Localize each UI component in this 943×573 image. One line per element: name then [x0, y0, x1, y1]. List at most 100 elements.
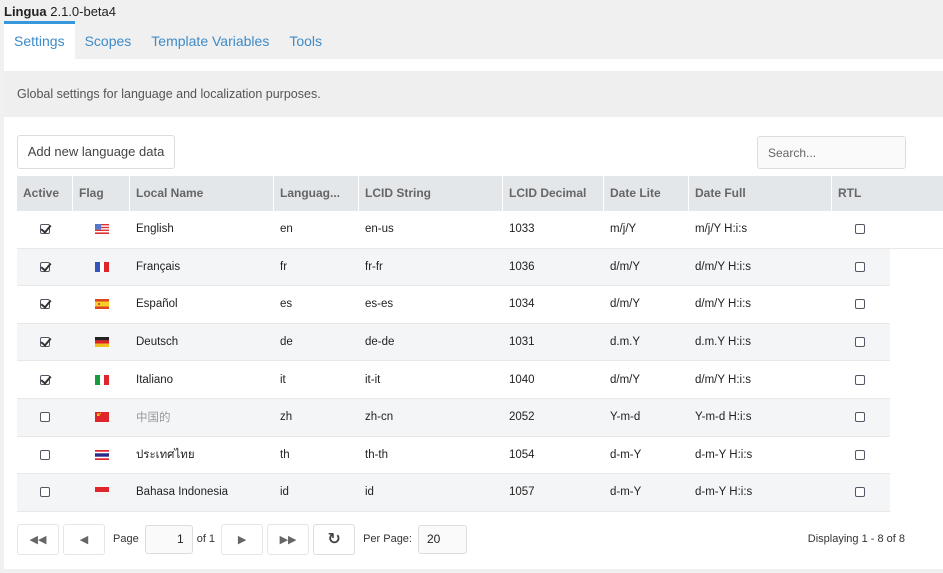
date-full-cell: d-m-Y H:i:s: [695, 448, 753, 461]
table-row[interactable]: Français fr fr-fr 1036 d/m/Y d/m/Y H:i:s: [17, 248, 890, 287]
date-lite-cell: d/m/Y: [610, 260, 641, 273]
lcid-decimal-cell: 1036: [509, 260, 535, 273]
it-flag-icon: [94, 374, 109, 385]
prev-page-button[interactable]: ◀: [63, 523, 105, 555]
last-page-button[interactable]: ▶▶: [267, 523, 310, 555]
flag-cell: [73, 374, 130, 385]
grid-body: English en en-us 1033 m/j/Y m/j/Y H:i:s França…: [17, 211, 943, 512]
app-name: Lingua: [4, 4, 47, 19]
active-checkbox[interactable]: [40, 449, 50, 460]
lcid-decimal-cell: 1034: [509, 298, 535, 311]
rtl-checkbox[interactable]: [855, 261, 865, 272]
page-count-label: of 1: [196, 533, 216, 545]
next-page-button[interactable]: ▶: [221, 523, 264, 555]
local-name-cell: Deutsch: [136, 336, 179, 349]
language-code-cell: es: [280, 298, 293, 311]
app-title: Lingua 2.1.0-beta4: [4, 4, 116, 19]
date-full-cell: d/m/Y H:i:s: [695, 260, 752, 273]
refresh-button[interactable]: ↻: [313, 523, 356, 555]
flag-cell: [73, 449, 130, 460]
tab-tools[interactable]: Tools: [279, 21, 332, 59]
table-row[interactable]: English en en-us 1033 m/j/Y m/j/Y H:i:s: [17, 211, 943, 249]
column-header-rtl[interactable]: RTL: [832, 176, 943, 211]
column-header-flag[interactable]: Flag: [73, 176, 130, 211]
rtl-checkbox[interactable]: [855, 299, 865, 310]
lcid-string-cell: th-th: [365, 448, 389, 461]
tab-scopes[interactable]: Scopes: [75, 21, 142, 59]
active-checkbox[interactable]: [40, 299, 50, 310]
column-header-active[interactable]: Active: [17, 176, 73, 211]
active-checkbox[interactable]: [40, 224, 50, 235]
rtl-cell: [832, 337, 888, 348]
table-row[interactable]: Bahasa Indonesia id id 1057 d-m-Y d-m-Y H:i:s: [17, 474, 890, 512]
rtl-cell: [832, 412, 888, 423]
rtl-cell: [832, 299, 888, 310]
lcid-string-cell: zh-cn: [365, 411, 394, 424]
column-header-language[interactable]: Languag...: [274, 176, 359, 211]
rtl-checkbox[interactable]: [855, 337, 865, 348]
date-full-cell: d/m/Y H:i:s: [695, 373, 752, 386]
table-row[interactable]: 中国的 zh zh-cn 2052 Y-m-d Y-m-d H:i:s: [17, 398, 890, 437]
column-header-date-lite[interactable]: Date Lite: [604, 176, 689, 211]
settings-panel: Global settings for language and localiz…: [4, 59, 943, 569]
rtl-cell: [832, 224, 888, 235]
search-input[interactable]: [757, 136, 906, 169]
flag-cell: [73, 261, 130, 272]
table-row[interactable]: Deutsch de de-de 1031 d.m.Y d.m.Y H:i:s: [17, 323, 890, 362]
date-full-cell: d/m/Y H:i:s: [695, 298, 752, 311]
rtl-checkbox[interactable]: [855, 487, 865, 498]
id-flag-icon: [94, 487, 109, 498]
rtl-cell: [832, 449, 888, 460]
date-full-cell: d-m-Y H:i:s: [695, 486, 753, 499]
page-input[interactable]: [144, 524, 193, 554]
active-checkbox[interactable]: [40, 261, 50, 272]
flag-cell: [73, 412, 130, 423]
flag-cell: [73, 299, 130, 310]
local-name-cell: English: [136, 223, 174, 236]
active-cell: [17, 412, 73, 423]
cn-flag-icon: [94, 412, 109, 423]
active-checkbox[interactable]: [40, 412, 50, 423]
tab-settings[interactable]: Settings: [4, 21, 75, 59]
active-checkbox[interactable]: [40, 487, 50, 498]
rtl-cell: [832, 261, 888, 272]
column-header-lcid-string[interactable]: LCID String: [359, 176, 503, 211]
flag-cell: [73, 487, 130, 498]
add-language-button[interactable]: Add new language data: [17, 135, 175, 169]
table-row[interactable]: Italiano it it-it 1040 d/m/Y d/m/Y H:i:s: [17, 361, 890, 399]
rtl-checkbox[interactable]: [855, 374, 865, 385]
date-full-cell: Y-m-d H:i:s: [695, 411, 752, 424]
rtl-checkbox[interactable]: [855, 449, 865, 460]
active-checkbox[interactable]: [40, 374, 50, 385]
lcid-decimal-cell: 1040: [509, 373, 535, 386]
double-chevron-left-icon: ◀◀: [29, 533, 47, 546]
lcid-decimal-cell: 1031: [509, 336, 535, 349]
language-code-cell: id: [280, 486, 289, 499]
rtl-checkbox[interactable]: [855, 412, 865, 423]
lcid-string-cell: es-es: [365, 298, 394, 311]
de-flag-icon: [94, 337, 109, 348]
rtl-cell: [832, 374, 888, 385]
rtl-checkbox[interactable]: [855, 224, 865, 235]
local-name-cell: 中国的: [136, 412, 171, 425]
column-header-lcid-decimal[interactable]: LCID Decimal: [503, 176, 604, 211]
column-header-local-name[interactable]: Local Name: [130, 176, 274, 211]
date-lite-cell: d.m.Y: [610, 336, 641, 349]
lcid-string-cell: fr-fr: [365, 260, 383, 273]
first-page-button[interactable]: ◀◀: [17, 523, 59, 555]
table-row[interactable]: Español es es-es 1034 d/m/Y d/m/Y H:i:s: [17, 286, 890, 324]
lcid-decimal-cell: 1033: [509, 223, 535, 236]
tab-template-variables[interactable]: Template Variables: [141, 21, 279, 59]
active-cell: [17, 224, 73, 235]
page-label: Page: [113, 533, 139, 545]
fr-flag-icon: [94, 261, 109, 272]
us-flag-icon: [94, 224, 109, 235]
lcid-string-cell: de-de: [365, 336, 395, 349]
per-page-input[interactable]: [417, 524, 467, 554]
table-row[interactable]: ประเทศไทย th th-th 1054 d-m-Y d-m-Y H:i:s: [17, 437, 890, 475]
active-checkbox[interactable]: [40, 337, 50, 348]
rtl-cell: [832, 487, 888, 498]
column-header-date-full[interactable]: Date Full: [689, 176, 832, 211]
pagination-bar: ◀◀ ◀ Page of 1 ▶ ▶▶ ↻ Per Page: Displayi…: [17, 523, 943, 555]
date-lite-cell: d/m/Y: [610, 298, 641, 311]
